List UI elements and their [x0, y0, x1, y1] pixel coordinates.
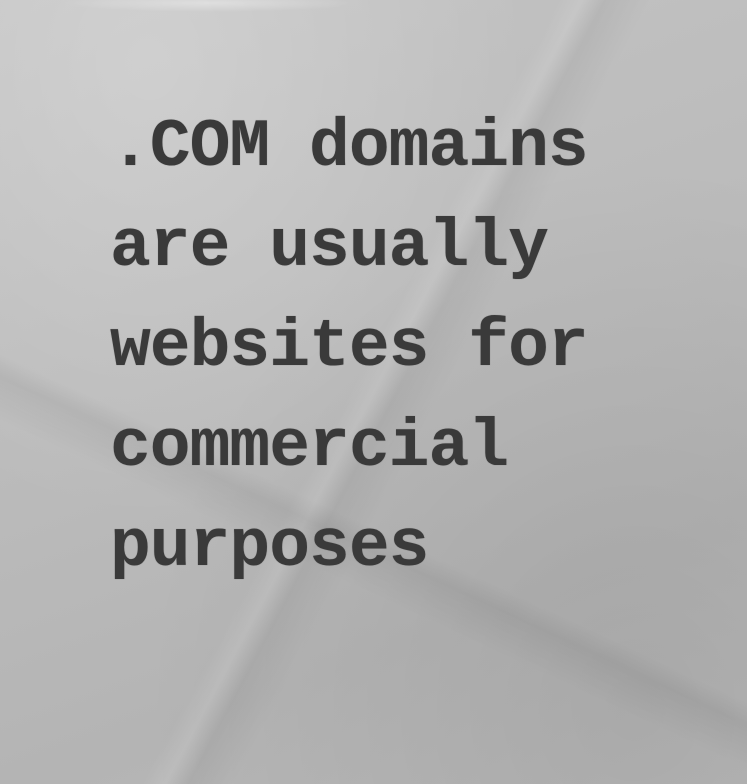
typewritten-message: .COM domains are usually websites for co… — [110, 98, 710, 598]
message-line-3: websites for — [110, 309, 589, 386]
message-line-5: purposes — [110, 509, 429, 586]
message-line-2: are usually — [110, 209, 549, 286]
message-line-4: commercial — [110, 409, 509, 486]
paper-card: .COM domains are usually websites for co… — [0, 0, 747, 784]
message-line-1: .COM domains — [110, 109, 589, 186]
paper-highlight — [60, 0, 360, 12]
